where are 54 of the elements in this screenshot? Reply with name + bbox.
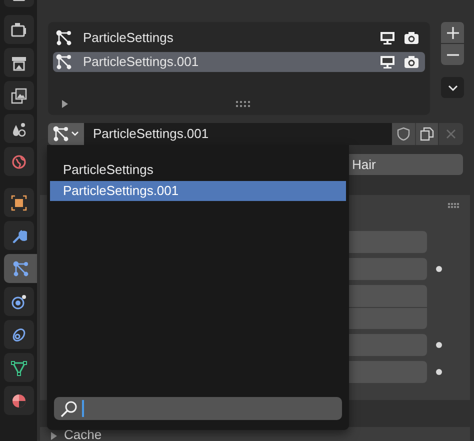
properties-tab[interactable] — [4, 353, 34, 382]
particles-icon — [56, 54, 72, 70]
monitor-icon — [379, 54, 396, 70]
search-icon — [60, 400, 78, 418]
plus-icon — [446, 26, 458, 38]
orbit-icon — [11, 294, 27, 310]
sphere-icon — [11, 392, 27, 408]
list-item[interactable]: ParticleSettings — [53, 28, 425, 48]
close-icon — [446, 129, 456, 139]
list-item[interactable]: ParticleSettings.001 — [53, 52, 425, 72]
properties-tab[interactable] — [4, 147, 34, 176]
browse-button[interactable] — [48, 123, 84, 145]
add-button[interactable] — [441, 22, 464, 43]
copy-icon — [420, 127, 434, 141]
caret-icon — [71, 131, 79, 137]
camera-icon — [403, 30, 420, 46]
properties-tab[interactable] — [4, 114, 34, 143]
particles-icon — [53, 126, 69, 142]
properties-tab[interactable] — [4, 15, 34, 44]
duplicate-button[interactable] — [415, 123, 438, 145]
properties-tab[interactable] — [4, 48, 34, 77]
particles-icon — [56, 30, 72, 46]
globe-icon — [11, 154, 27, 170]
wrench-icon — [11, 228, 27, 244]
menu-item[interactable]: ParticleSettings.001 — [50, 181, 346, 201]
fake-user-button[interactable] — [392, 123, 415, 145]
properties-tab[interactable] — [4, 287, 34, 316]
constraint-icon — [11, 326, 27, 342]
panel-title: Cache — [64, 428, 102, 441]
camera-back-icon — [11, 22, 27, 38]
camera-icon — [403, 54, 420, 70]
mesh-icon — [11, 360, 27, 376]
drag-handle-icon[interactable] — [448, 202, 460, 208]
properties-tab[interactable] — [4, 188, 34, 217]
remove-button[interactable] — [441, 44, 464, 65]
printer-icon — [11, 54, 27, 70]
properties-tab[interactable] — [4, 320, 34, 349]
monitor-icon — [379, 30, 396, 46]
specials-menu-button[interactable] — [441, 77, 464, 98]
expand-icon — [50, 432, 58, 440]
drag-handle-icon[interactable] — [236, 101, 250, 107]
search-field[interactable] — [54, 397, 342, 420]
properties-tab[interactable] — [4, 221, 34, 250]
shield-icon — [397, 127, 410, 141]
name-field[interactable]: ParticleSettings.001 — [84, 123, 392, 145]
text-cursor — [82, 400, 84, 417]
square-icon — [11, 194, 27, 210]
chevron-down-icon — [448, 84, 458, 90]
images-icon — [11, 88, 27, 104]
properties-tab[interactable] — [4, 386, 34, 415]
particles-icon — [12, 260, 28, 276]
properties-tab[interactable] — [4, 81, 34, 110]
expand-icon[interactable] — [61, 100, 69, 108]
droplets-icon — [11, 120, 27, 136]
